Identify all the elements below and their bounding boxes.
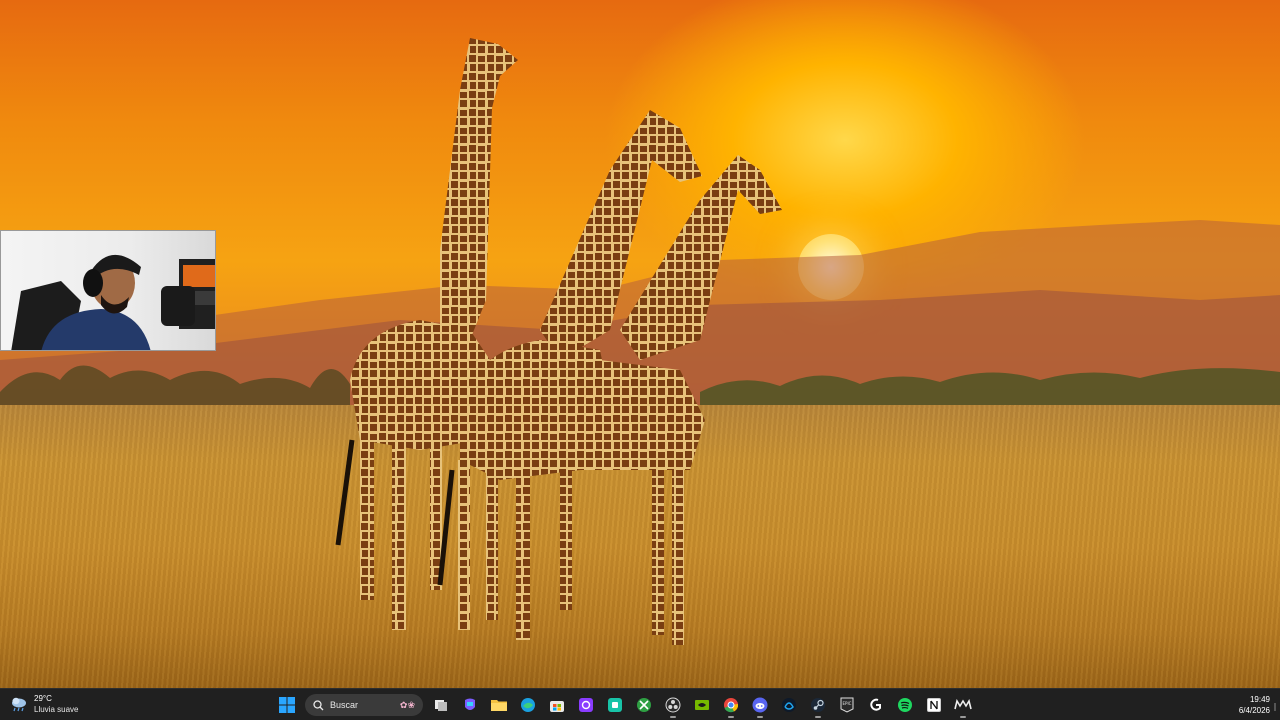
file-explorer-button[interactable]: [488, 694, 510, 716]
clock-date: 6/4/2026: [1238, 706, 1270, 715]
app-purple-button[interactable]: [575, 694, 597, 716]
copilot-button[interactable]: [459, 694, 481, 716]
notion-icon: [927, 698, 941, 712]
nvidia-button[interactable]: [691, 694, 713, 716]
search-label: Buscar: [330, 700, 359, 710]
modern-warfare-button[interactable]: [952, 694, 974, 718]
store-button[interactable]: [546, 694, 568, 716]
task-view-icon: [435, 700, 447, 711]
svg-text:EPIC: EPIC: [843, 701, 852, 706]
teal-app-icon: [608, 698, 622, 712]
epic-games-icon: EPIC: [840, 697, 854, 713]
app-teal-button[interactable]: [604, 694, 626, 716]
logitech-icon: [870, 698, 881, 711]
epic-games-button[interactable]: EPIC: [836, 694, 858, 716]
windows-logo-icon: [279, 697, 295, 713]
clock-time: 19:49: [1249, 695, 1270, 704]
chrome-icon: [724, 698, 739, 713]
taskbar-apps: Buscar ✿❀ EPIC: [276, 692, 974, 718]
weather-widget[interactable]: 29°C Lluvia suave: [10, 693, 78, 715]
notion-button[interactable]: [923, 694, 945, 716]
steam-icon: [811, 698, 825, 712]
obs-icon: [665, 697, 681, 713]
battlenet-button[interactable]: [778, 694, 800, 716]
edge-button[interactable]: [517, 694, 539, 716]
discord-button[interactable]: [749, 694, 771, 718]
logitech-button[interactable]: [865, 694, 887, 716]
battlenet-icon: [782, 698, 796, 712]
spotify-icon: [898, 698, 912, 712]
mw-icon: [954, 699, 972, 710]
system-clock[interactable]: 19:49 6/4/2026: [1239, 694, 1270, 716]
discord-icon: [752, 697, 768, 713]
chrome-button[interactable]: [720, 694, 742, 718]
search-highlight-icon: ✿❀: [399, 699, 415, 710]
xbox-button[interactable]: [633, 694, 655, 716]
copilot-icon: [465, 698, 475, 710]
giraffe-right: [510, 155, 782, 645]
search-input[interactable]: Buscar ✿❀: [305, 694, 423, 716]
store-icon: [550, 701, 564, 712]
webcam-overlay: [0, 230, 216, 351]
obs-button[interactable]: [662, 694, 684, 718]
search-icon: [313, 699, 324, 710]
show-desktop-button[interactable]: [1274, 703, 1276, 711]
camera-app-icon: [579, 698, 593, 712]
start-button[interactable]: [276, 694, 298, 716]
steam-button[interactable]: [807, 694, 829, 718]
weather-temperature: 29°C: [34, 694, 52, 703]
spotify-button[interactable]: [894, 694, 916, 716]
xbox-icon: [637, 698, 651, 712]
taskbar: 29°C Lluvia suave Buscar ✿❀ EPIC 19:49 6…: [0, 688, 1280, 720]
weather-condition: Lluvia suave: [34, 705, 79, 714]
task-view-button[interactable]: [430, 694, 452, 716]
folder-icon: [491, 700, 507, 711]
nvidia-icon: [695, 700, 709, 710]
rain-cloud-icon: [10, 695, 28, 713]
desktop-wallpaper: [0, 0, 1280, 688]
edge-icon: [521, 698, 535, 712]
streamer-figure: [11, 254, 215, 350]
